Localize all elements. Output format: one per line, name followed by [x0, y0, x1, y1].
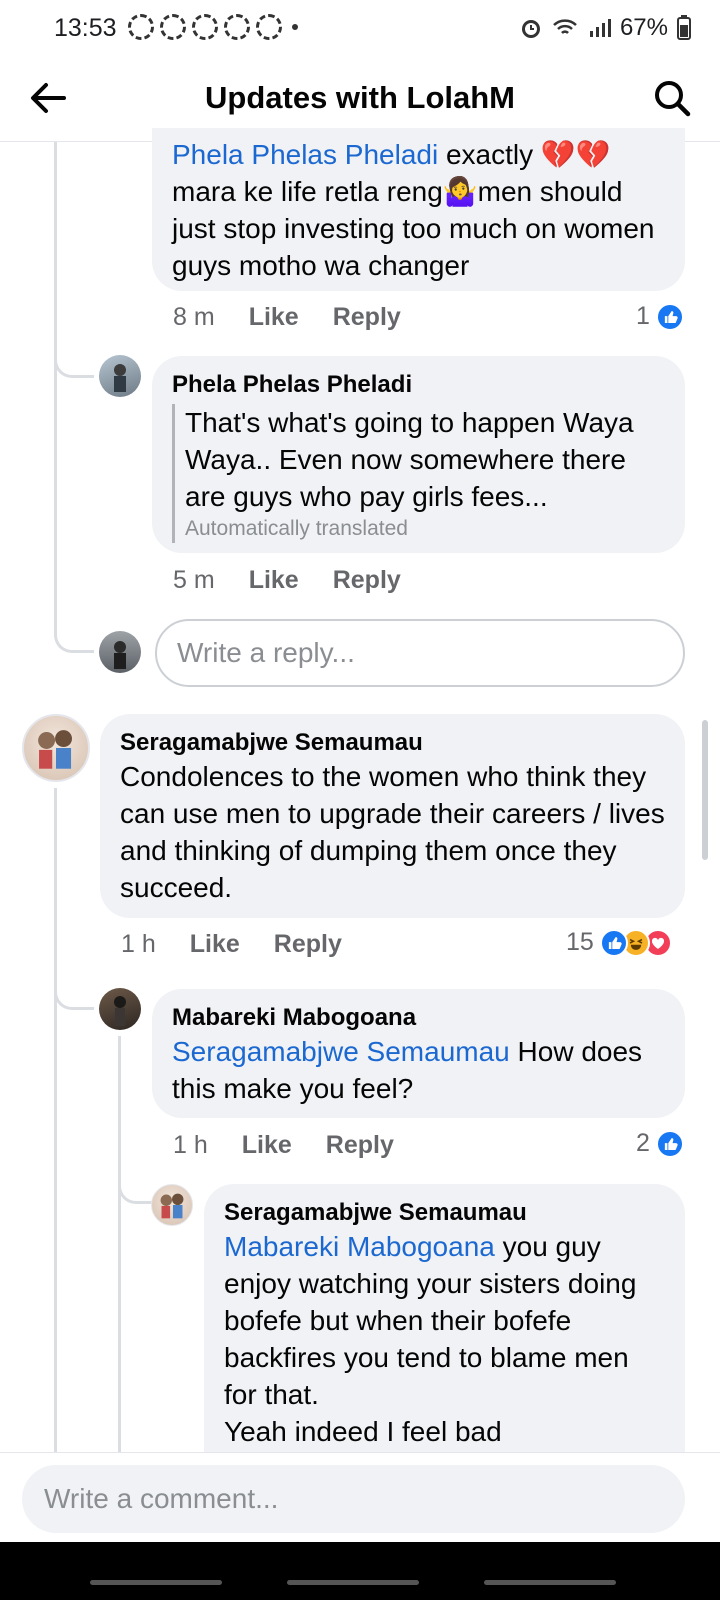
avatar[interactable]	[99, 355, 141, 397]
reaction-summary[interactable]: 15	[566, 928, 672, 957]
comment-time: 8 m	[173, 303, 215, 331]
comment-author[interactable]: Seragamabjwe Semaumau	[120, 728, 665, 758]
mention-link[interactable]: Phela Phelas Pheladi	[172, 139, 438, 170]
comment-text: Condolences to the women who think they …	[120, 761, 665, 903]
reply-button[interactable]: Reply	[333, 303, 401, 332]
more-notifications-dot	[292, 24, 298, 30]
reaction-count: 1	[636, 302, 650, 330]
scrollbar[interactable]	[702, 720, 708, 860]
comment-time: 1 h	[173, 1131, 208, 1159]
like-button[interactable]: Like	[249, 566, 299, 595]
comment-text: That's what's going to happen Waya Waya.…	[185, 407, 634, 512]
thread-line	[118, 1036, 121, 1452]
alarm-icon	[521, 20, 540, 38]
comment-author[interactable]: Seragamabjwe Semaumau	[224, 1198, 665, 1228]
comment-actions: 1 h Like Reply	[121, 930, 376, 959]
mention-link[interactable]: Seragamabjwe Semaumau	[172, 1036, 510, 1067]
avatar[interactable]	[22, 714, 90, 782]
comment-text: Phela Phelas Pheladi exactly 💔💔 mara ke …	[172, 139, 655, 281]
system-status: 67%	[518, 14, 692, 42]
comment-input[interactable]: Write a comment...	[22, 1465, 685, 1533]
avatar[interactable]	[99, 988, 141, 1030]
comment-bubble[interactable]: Seragamabjwe Semaumau Mabareki Mabogoana…	[204, 1184, 685, 1464]
comment-bubble[interactable]: Phela Phelas Pheladi That's what's going…	[152, 356, 685, 553]
signal-icon	[589, 19, 611, 37]
thread-connector	[54, 615, 94, 653]
notification-icon	[192, 14, 218, 40]
like-button[interactable]: Like	[249, 303, 299, 332]
avatar[interactable]	[151, 1184, 193, 1226]
comment-author[interactable]: Mabareki Mabogoana	[172, 1003, 665, 1033]
comment-author[interactable]: Phela Phelas Pheladi	[172, 370, 665, 400]
reply-button[interactable]: Reply	[326, 1131, 394, 1160]
comment-actions: 8 m Like Reply	[173, 303, 435, 332]
mention-link[interactable]: Mabareki Mabogoana	[224, 1231, 495, 1262]
reply-button[interactable]: Reply	[333, 566, 401, 595]
comment-time: 5 m	[173, 566, 215, 594]
translated-quote: That's what's going to happen Waya Waya.…	[172, 404, 665, 543]
comment-actions: 1 h Like Reply	[173, 1131, 428, 1160]
like-reaction-icon	[655, 302, 684, 331]
reply-button[interactable]: Reply	[274, 930, 342, 959]
comment-bubble[interactable]: Seragamabjwe Semaumau Condolences to the…	[100, 714, 685, 918]
wifi-icon	[553, 19, 577, 34]
nav-handle[interactable]	[287, 1580, 419, 1585]
page-title: Updates with LolahM	[205, 80, 515, 115]
comment-time: 1 h	[121, 930, 156, 958]
reply-input[interactable]: Write a reply...	[155, 619, 685, 687]
comment-text-line: Yeah indeed I feel bad	[224, 1416, 502, 1447]
like-reaction-icon	[655, 1129, 684, 1158]
battery-icon	[677, 15, 691, 40]
system-nav-bar	[0, 1542, 720, 1600]
notification-icon	[256, 14, 282, 40]
battery-percent: 67%	[619, 14, 668, 41]
thread-connector	[118, 1168, 152, 1204]
like-reaction-icon	[599, 928, 628, 957]
comment-text: Mabareki Mabogoana you guy enjoy watchin…	[224, 1231, 637, 1410]
notification-icon	[128, 14, 154, 40]
comment-actions: 5 m Like Reply	[173, 566, 435, 595]
nav-handle[interactable]	[484, 1580, 616, 1585]
reaction-summary[interactable]: 2	[636, 1129, 684, 1158]
comment-bubble[interactable]: Phela Phelas Pheladi exactly 💔💔 mara ke …	[152, 128, 685, 291]
nav-handle[interactable]	[90, 1580, 222, 1585]
comment-composer: Write a comment...	[0, 1452, 720, 1542]
notification-icon	[224, 14, 250, 40]
notification-icons	[128, 14, 298, 40]
thread-line	[54, 142, 57, 632]
status-time: 13:53	[54, 14, 117, 42]
status-bar: 13:53 67%	[0, 0, 720, 56]
comment-text: Seragamabjwe Semaumau How does this make…	[172, 1036, 643, 1104]
reaction-count: 15	[566, 928, 594, 956]
notification-icon	[160, 14, 186, 40]
reaction-count: 2	[636, 1129, 650, 1157]
search-icon[interactable]	[650, 76, 694, 120]
auto-translated-label[interactable]: Automatically translated	[185, 515, 665, 543]
thread-connector	[54, 340, 94, 378]
user-avatar	[99, 631, 141, 673]
like-button[interactable]: Like	[242, 1131, 292, 1160]
thread-line	[54, 788, 57, 1452]
thread-connector	[54, 972, 94, 1010]
comment-bubble[interactable]: Mabareki Mabogoana Seragamabjwe Semaumau…	[152, 989, 685, 1118]
reaction-summary[interactable]: 1	[636, 302, 684, 331]
like-button[interactable]: Like	[190, 930, 240, 959]
